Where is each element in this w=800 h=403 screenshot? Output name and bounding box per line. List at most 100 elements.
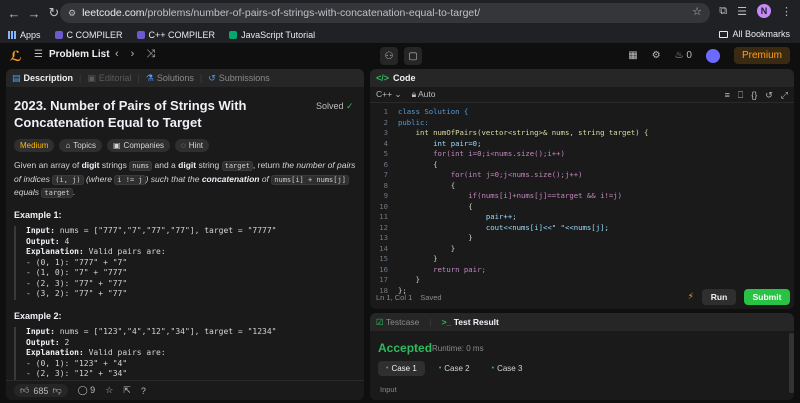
code-line: 3 int numOfPairs(vector<string>& nums, s… — [383, 128, 649, 137]
pass-dot-icon: • — [491, 365, 495, 372]
leetcode-logo-icon[interactable]: ℒ — [10, 48, 24, 64]
description-tabbar: ▤ Description | ▣ Editorial | ⚗ Solutions |… — [6, 69, 364, 87]
compiler-logo-icon — [136, 30, 145, 39]
url-path: /problems/number-of-pairs-of-strings-wit… — [144, 7, 481, 19]
premium-button[interactable]: Premium — [733, 47, 790, 64]
debug-icon[interactable]: ⚇ — [380, 47, 398, 65]
problem-list-button[interactable]: ☰ Problem List — [34, 49, 110, 60]
bookmark-javascript-tutorial[interactable]: JavaScript Tutorial — [229, 30, 315, 40]
forward-arrow-icon[interactable]: → — [24, 3, 44, 23]
all-bookmarks[interactable]: All Bookmarks — [719, 29, 790, 39]
input-label: Input — [380, 385, 397, 394]
example-output: Output: 2 — [26, 337, 70, 347]
checkbox-icon: ☑ — [376, 316, 384, 327]
leetcode-topbar: ℒ ☰ Problem List ‹ › ⤨ ⚇ ▢ ▦ ⚙ ♨ 0 Premi… — [0, 43, 800, 69]
submit-button[interactable]: Submit — [744, 289, 790, 305]
history-icon: ↺ — [208, 72, 216, 83]
profile-avatar[interactable]: N — [757, 4, 771, 18]
description-footer: 👍︎ 685 👎︎ ◯ 9 ☆ ⇱ ? — [6, 380, 364, 400]
test-result-panel: ☑ Testcase | >_ Test Result Accepted Run… — [370, 313, 794, 400]
more-menu-icon[interactable]: ⋮ — [781, 5, 792, 18]
bookmark-apps[interactable]: Apps — [8, 30, 41, 40]
code-line: 17 } — [379, 275, 420, 284]
tab-testcase[interactable]: ☑ Testcase — [376, 317, 419, 328]
tab-editorial[interactable]: ▣ Editorial — [87, 73, 131, 84]
thumbs-up-icon: 👍︎ — [20, 385, 30, 395]
example-line: - (2, 3): "12" + "34" — [26, 369, 128, 378]
hint-chip[interactable]: ◌ Hint — [175, 139, 210, 152]
solved-badge: Solved ✓ — [316, 101, 354, 111]
layout-grid-icon[interactable]: ▦ — [628, 50, 637, 61]
braces-icon[interactable]: {} — [751, 90, 757, 101]
bookmark-star-icon[interactable]: ☆ — [692, 5, 702, 18]
code-editor[interactable]: 1 class Solution { 2 public: 3 int numOfPa… — [370, 105, 794, 295]
browser-toolbar: ← → ↻ ⚙ leetcode.com/problems/number-of-… — [0, 0, 800, 26]
tag-icon: ⌂ — [65, 141, 71, 150]
site-info-icon[interactable]: ⚙ — [68, 8, 76, 19]
code-line: 10 { — [379, 201, 473, 211]
streak-counter[interactable]: ♨ 0 — [675, 50, 692, 61]
problem-nav: ‹ › ⤨ — [115, 48, 155, 61]
notes-icon[interactable]: ▢ — [404, 47, 422, 65]
like-button[interactable]: 👍︎ 685 👎︎ — [14, 384, 68, 397]
autocomplete-toggle[interactable]: 🔒︎ Auto — [412, 89, 436, 100]
lock-icon: 🔒︎ — [411, 89, 417, 99]
reset-icon[interactable]: ↺ — [765, 90, 773, 101]
tab-description[interactable]: ▤ Description — [12, 73, 73, 84]
run-button[interactable]: Run — [702, 289, 736, 305]
favorite-star-icon[interactable]: ☆ — [105, 385, 113, 396]
comments-button[interactable]: ◯ 9 — [78, 385, 96, 396]
code-line: 16 return pair; — [379, 264, 486, 274]
shuffle-icon[interactable]: ⤨ — [146, 48, 155, 61]
cursor-position: Ln 1, Col 1 — [376, 292, 413, 302]
example-line: - (1, 0): "7" + "777" — [26, 268, 128, 277]
bookmark-icon[interactable]: ⎕ — [738, 90, 743, 101]
code-line: 1 class Solution { — [383, 107, 469, 116]
companies-chip[interactable]: ▣ Companies — [106, 139, 171, 152]
settings-gear-icon[interactable]: ⚙ — [652, 50, 661, 61]
topbar-right-actions: ▦ ⚙ ♨ 0 Premium — [628, 47, 790, 64]
thumbs-down-icon[interactable]: 👎︎ — [52, 385, 61, 396]
check-circle-icon: ✓ — [346, 101, 354, 111]
user-avatar[interactable] — [705, 48, 720, 63]
share-icon[interactable]: ⇱ — [123, 385, 131, 396]
prev-problem-icon[interactable]: ‹ — [115, 48, 119, 61]
case-tab-3[interactable]: • Case 3 — [484, 361, 531, 376]
chevron-down-icon: ⌄ — [394, 89, 402, 99]
extensions-icon[interactable]: ⧉ — [719, 5, 727, 18]
description-panel: ▤ Description | ▣ Editorial | ⚗ Solutions |… — [6, 69, 364, 400]
problem-title[interactable]: 2023. Number of Pairs of Strings With Co… — [14, 97, 274, 131]
debugger-icon[interactable]: ⚡ — [688, 291, 694, 302]
address-bar[interactable]: ⚙ leetcode.com/problems/number-of-pairs-… — [60, 3, 710, 23]
case-tab-2[interactable]: • Case 2 — [431, 361, 478, 376]
example-1-box: Input: nums = ["777","7","77","77"], tar… — [14, 226, 354, 300]
sidebar-icon[interactable]: ☰ — [737, 5, 747, 18]
case-tab-1[interactable]: • Case 1 — [378, 361, 425, 376]
code-header: </> Code — [370, 69, 794, 87]
language-select[interactable]: C++ ⌄ — [376, 89, 402, 100]
bookmark-c-compiler[interactable]: C COMPILER — [54, 30, 123, 40]
code-line: 9 if(nums[i]+nums[j]==target && i!=j) — [383, 191, 623, 200]
fullscreen-icon[interactable]: ⤢ — [781, 90, 788, 101]
scrollbar[interactable] — [789, 333, 794, 393]
folder-icon — [719, 30, 729, 38]
topics-chip[interactable]: ⌂ Topics — [59, 139, 102, 152]
format-icon[interactable]: ≡ — [725, 90, 730, 101]
next-problem-icon[interactable]: › — [131, 48, 135, 61]
save-status: Saved — [420, 292, 442, 302]
code-line: 7 for(int j=0;j<nums.size();j++) — [383, 170, 583, 179]
code-line: 14 } — [379, 243, 456, 253]
help-icon[interactable]: ? — [141, 386, 146, 396]
tab-test-result[interactable]: >_ Test Result — [442, 317, 499, 327]
inline-code: target — [221, 161, 253, 171]
tab-solutions[interactable]: ⚗ Solutions — [146, 73, 194, 84]
bookmark-cpp-compiler[interactable]: C++ COMPILER — [136, 30, 215, 40]
code-line: 5 for(int i=0;i<nums.size();i++) — [383, 149, 565, 158]
back-arrow-icon[interactable]: ← — [4, 3, 24, 23]
example-output: Output: 4 — [26, 236, 70, 246]
code-line: 15 } — [379, 254, 438, 263]
terminal-icon: >_ — [441, 317, 452, 327]
tab-submissions[interactable]: ↺ Submissions — [208, 73, 270, 84]
lock-icon: ▣ — [112, 141, 121, 150]
example-2-box: Input: nums = ["123","4","12","34"], tar… — [14, 327, 354, 380]
